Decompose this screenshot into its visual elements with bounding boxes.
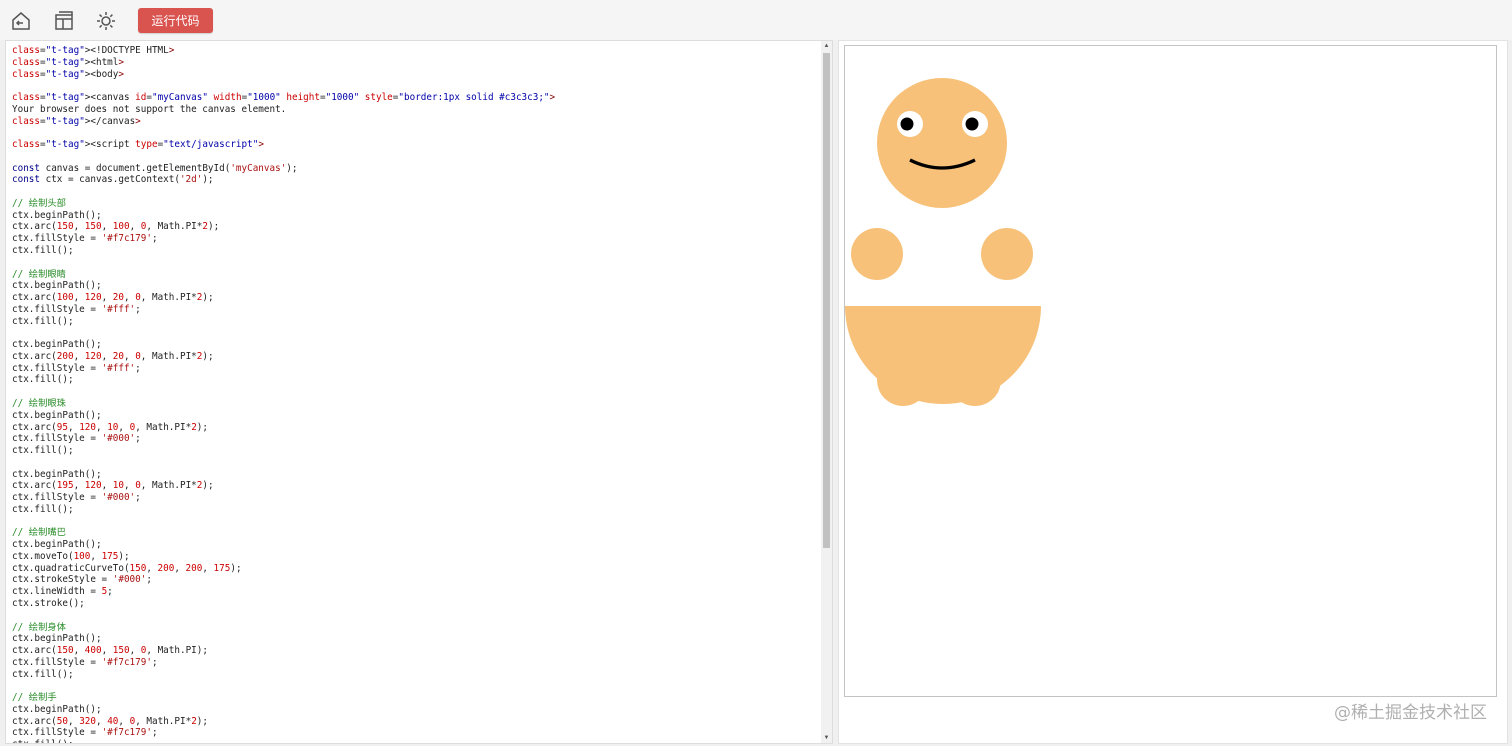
code-text[interactable]: class="t-tag"><!DOCTYPE HTML> class="t-t… [12,45,555,743]
watermark: @稀土掘金技术社区 [1334,703,1487,723]
scroll-thumb[interactable] [823,53,830,548]
canvas-output [844,45,1497,697]
right-foot [949,354,1001,406]
head [877,78,1007,208]
editor-scrollbar[interactable]: ▲ ▼ [821,41,832,743]
result-preview: @稀土掘金技术社区 [838,40,1508,744]
canvas-drawing [845,78,1041,406]
right-pupil [965,117,979,131]
code-editor[interactable]: class="t-tag"><!DOCTYPE HTML> class="t-t… [5,40,833,744]
toolbar: 运行代码 [0,0,1512,40]
home-back-icon[interactable] [8,8,34,34]
scroll-up-arrow-icon[interactable]: ▲ [821,41,832,51]
layout-icon[interactable] [51,8,77,34]
right-hand [981,228,1033,280]
scroll-down-arrow-icon[interactable]: ▼ [821,733,832,743]
left-hand [851,228,903,280]
left-foot [877,354,929,406]
body [845,306,1041,404]
run-code-button[interactable]: 运行代码 [138,8,213,33]
brightness-icon[interactable] [93,8,119,34]
left-pupil [900,117,914,131]
